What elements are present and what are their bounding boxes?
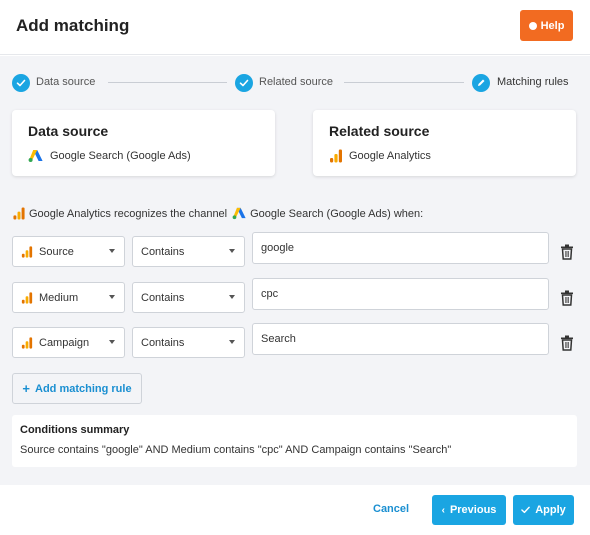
data-source-name: Google Search (Google Ads): [50, 150, 191, 162]
chevron-down-icon: [109, 295, 115, 299]
dialog-footer: Cancel ‹ Previous Apply: [0, 485, 590, 535]
rule-field-select[interactable]: Campaign: [12, 327, 125, 358]
dialog-header: Add matching Help: [0, 0, 590, 55]
chevron-down-icon: [229, 249, 235, 253]
apply-button[interactable]: Apply: [513, 495, 574, 525]
dialog-title: Add matching: [16, 16, 130, 35]
chevron-down-icon: [229, 340, 235, 344]
rule-operator-select[interactable]: Contains: [132, 282, 245, 313]
plus-icon: +: [22, 381, 31, 396]
add-matching-rule-button[interactable]: + Add matching rule: [12, 373, 142, 404]
rule-operator-value: Contains: [141, 291, 185, 304]
rule-value-input[interactable]: google: [252, 232, 549, 264]
rule-operator-value: Contains: [141, 245, 185, 258]
chevron-left-icon: ‹: [441, 504, 445, 516]
step-1-label: Data source: [36, 76, 96, 88]
recognize-text-part1: Google Analytics recognizes the channel: [29, 207, 228, 220]
previous-button-label: Previous: [449, 504, 497, 516]
dialog-body: Data source Related source Matching rule…: [0, 56, 590, 485]
apply-button-label: Apply: [535, 504, 566, 516]
step-connector: [108, 82, 227, 83]
google-analytics-icon: [21, 291, 33, 304]
step-connector: [344, 82, 464, 83]
recognize-text-part2: Google Search (Google Ads) when:: [250, 207, 424, 220]
rule-value-input[interactable]: Search: [252, 323, 549, 355]
chevron-down-icon: [229, 295, 235, 299]
cancel-button[interactable]: Cancel: [373, 503, 409, 515]
step-3-label: Matching rules: [497, 76, 569, 88]
rule-operator-select[interactable]: Contains: [132, 327, 245, 358]
related-source-name: Google Analytics: [349, 150, 431, 162]
data-source-card: Data source Google Search (Google Ads): [12, 110, 275, 176]
step-2-check-icon: [235, 74, 253, 92]
trash-icon: [561, 290, 573, 306]
step-2-label: Related source: [259, 76, 333, 88]
rule-field-value: Medium: [39, 291, 79, 304]
trash-icon: [561, 335, 573, 351]
delete-rule-button[interactable]: [560, 335, 574, 351]
help-button[interactable]: Help: [520, 10, 573, 41]
rule-field-value: Source: [39, 245, 74, 258]
related-source-card-title: Related source: [329, 123, 430, 139]
rule-field-select[interactable]: Source: [12, 236, 125, 267]
conditions-summary: Conditions summary Source contains "goog…: [12, 415, 577, 467]
help-icon: [528, 21, 537, 30]
related-source-card: Related source Google Analytics: [313, 110, 576, 176]
stepper: Data source Related source Matching rule…: [0, 56, 590, 106]
chevron-down-icon: [109, 340, 115, 344]
conditions-summary-text: Source contains "google" AND Medium cont…: [20, 444, 452, 456]
data-source-card-source: Google Search (Google Ads): [28, 149, 191, 163]
rule-operator-value: Contains: [141, 336, 185, 349]
check-icon: [521, 506, 530, 514]
related-source-card-source: Google Analytics: [329, 149, 431, 163]
data-source-card-title: Data source: [28, 123, 109, 139]
conditions-summary-title: Conditions summary: [20, 424, 130, 436]
rule-field-select[interactable]: Medium: [12, 282, 125, 313]
previous-button[interactable]: ‹ Previous: [432, 495, 506, 525]
trash-icon: [561, 244, 573, 260]
google-ads-icon: [232, 207, 246, 220]
add-matching-rule-label: Add matching rule: [35, 382, 132, 395]
rule-value-input[interactable]: cpc: [252, 278, 549, 310]
google-analytics-icon: [13, 207, 25, 220]
google-analytics-icon: [21, 336, 33, 349]
recognize-sentence: Google Analytics recognizes the channel …: [12, 207, 423, 220]
step-1-check-icon: [12, 74, 30, 92]
google-ads-icon: [28, 150, 43, 162]
rule-field-value: Campaign: [39, 336, 90, 349]
rule-operator-select[interactable]: Contains: [132, 236, 245, 267]
help-button-label: Help: [540, 19, 565, 32]
delete-rule-button[interactable]: [560, 290, 574, 306]
delete-rule-button[interactable]: [560, 244, 574, 260]
google-analytics-icon: [330, 149, 342, 163]
step-3-edit-icon: [472, 74, 490, 92]
chevron-down-icon: [109, 249, 115, 253]
google-analytics-icon: [21, 245, 33, 258]
